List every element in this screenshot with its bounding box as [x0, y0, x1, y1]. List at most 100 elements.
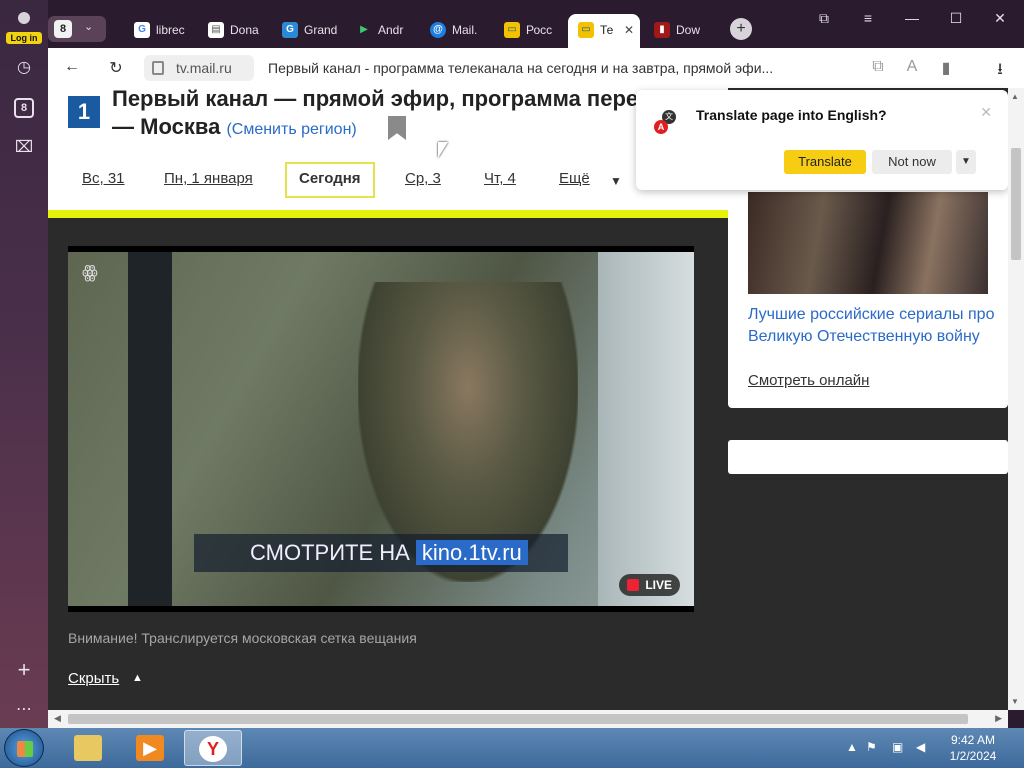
taskbar-yandex-browser[interactable]: Y: [184, 730, 242, 766]
tab-group-button[interactable]: 8 ⌄: [48, 16, 106, 42]
document-icon: ▤: [208, 22, 224, 38]
system-clock[interactable]: 9:42 AM 1/2/2024: [940, 732, 1006, 764]
login-badge[interactable]: Log in: [6, 32, 42, 44]
tab-mail[interactable]: @ Mail.: [420, 14, 494, 46]
scroll-right-icon[interactable]: ▶: [995, 713, 1002, 724]
add-panel-icon[interactable]: +: [14, 659, 34, 681]
day-mon[interactable]: Пн, 1 января: [164, 170, 253, 187]
tab-count-icon[interactable]: 8: [14, 98, 34, 118]
download-icon[interactable]: ⭳: [990, 58, 1010, 85]
day-more[interactable]: Ещё: [559, 170, 590, 187]
tab-ross[interactable]: ▭ Росс: [494, 14, 568, 46]
chevron-down-icon: ⌄: [84, 21, 94, 33]
day-wed[interactable]: Ср, 3: [405, 170, 441, 187]
vertical-scroll-thumb[interactable]: [1011, 148, 1021, 260]
channel-logo: 1: [68, 96, 100, 128]
translate-button[interactable]: Translate: [784, 150, 866, 174]
tray-expand-icon[interactable]: ▲: [846, 740, 858, 754]
horizontal-scrollbar[interactable]: ◀ ▶: [48, 710, 1008, 728]
close-window-icon[interactable]: ✕: [990, 10, 1010, 27]
media-player-icon: ▶: [136, 735, 164, 761]
grand-icon: G: [282, 22, 298, 38]
taskbar-explorer[interactable]: [60, 730, 118, 766]
tab-tv-active[interactable]: ▭ Те ✕: [568, 14, 640, 48]
clock-time: 9:42 AM: [950, 733, 996, 747]
chevron-down-icon[interactable]: ▼: [956, 150, 976, 174]
odnoklassniki-icon[interactable]: ꙮ: [82, 262, 98, 283]
channel-header: 1 Первый канал — прямой эфир, программа …: [48, 88, 728, 218]
bookmark-icon[interactable]: [388, 116, 406, 140]
taskbar: ▶ Y ▲ ⚑ ▣ ◀ 9:42 AM 1/2/2024: [0, 728, 1024, 768]
more-icon[interactable]: ⋯: [14, 700, 34, 720]
tab-label: Mail.: [452, 23, 478, 37]
tv-icon: ▭: [578, 22, 594, 38]
video-scene: [128, 252, 172, 606]
not-now-button[interactable]: Not now: [872, 150, 952, 174]
promo-card-2: [728, 440, 1008, 474]
menu-icon[interactable]: ≡: [858, 10, 878, 26]
watch-online-link[interactable]: Смотреть онлайн: [748, 372, 869, 389]
tab-label: librec: [156, 23, 185, 37]
download-site-icon: ▮: [654, 22, 670, 38]
network-icon[interactable]: ▣: [892, 740, 903, 754]
reload-icon[interactable]: ↻: [106, 58, 126, 78]
translate-popup: 文A Translate page into English? ✕ Transl…: [636, 90, 1008, 190]
tab-dow[interactable]: ▮ Dow: [644, 14, 718, 46]
windows-logo-icon: [17, 741, 33, 757]
screenshot-icon[interactable]: ⌧: [14, 138, 34, 158]
history-icon[interactable]: ◷: [14, 58, 34, 78]
caret-down-icon[interactable]: ▼: [610, 174, 622, 188]
translate-question: Translate page into English?: [696, 107, 887, 123]
new-tab-button[interactable]: +: [730, 18, 752, 40]
url-field[interactable]: tv.mail.ru: [144, 55, 254, 81]
translate-icon[interactable]: A: [902, 58, 922, 76]
scroll-up-icon[interactable]: ▲: [1011, 92, 1019, 101]
collections-icon[interactable]: ⧉: [814, 10, 834, 27]
start-button[interactable]: [4, 729, 44, 767]
tab-grand[interactable]: G Grand: [272, 14, 346, 46]
volume-icon[interactable]: ◀: [916, 740, 925, 754]
promo-title[interactable]: Лучшие российские сериалы про Великую От…: [748, 304, 998, 348]
play-icon: ▶: [360, 24, 368, 35]
scroll-left-icon[interactable]: ◀: [54, 713, 61, 724]
back-icon[interactable]: ←: [62, 58, 82, 76]
tab-count-badge: 8: [54, 20, 72, 38]
live-label: LIVE: [645, 578, 672, 592]
close-tab-icon[interactable]: ✕: [624, 14, 634, 46]
day-today[interactable]: Сегодня: [285, 162, 375, 198]
tab-librec[interactable]: G librec: [124, 14, 198, 46]
maximize-icon[interactable]: ☐: [946, 10, 966, 27]
day-sun[interactable]: Вс, 31: [82, 170, 125, 187]
folder-icon: [74, 735, 102, 761]
tab-label: Те: [600, 23, 614, 37]
page-heading-line2: — Москва (Сменить регион): [112, 112, 357, 145]
hide-link[interactable]: Скрыть: [68, 670, 119, 687]
bookmark-icon[interactable]: ▮: [936, 58, 956, 78]
yandex-browser-icon: Y: [199, 736, 227, 762]
google-icon: G: [134, 22, 150, 38]
video-player[interactable]: ꙮ СМОТРИТЕ НА kino.1tv.ru LIVE: [68, 246, 694, 612]
address-bar: ← ↻ tv.mail.ru Первый канал - программа …: [48, 48, 1024, 88]
vertical-scrollbar[interactable]: ▲ ▼: [1008, 88, 1024, 710]
video-frame[interactable]: ꙮ СМОТРИТЕ НА kino.1tv.ru LIVE: [68, 252, 694, 606]
tab-label: Andr: [378, 23, 404, 37]
profile-avatar[interactable]: Log in: [6, 10, 42, 44]
day-thu[interactable]: Чт, 4: [484, 170, 516, 187]
change-region-link[interactable]: (Сменить регион): [226, 121, 356, 138]
promo-card[interactable]: Лучшие российские сериалы про Великую От…: [728, 176, 1008, 408]
taskbar-media-player[interactable]: ▶: [122, 730, 180, 766]
mouse-cursor-icon: [438, 142, 448, 158]
horizontal-scroll-thumb[interactable]: [68, 714, 968, 724]
caret-up-icon[interactable]: ▲: [132, 672, 143, 684]
tab-andr[interactable]: ▶ Andr: [346, 14, 420, 46]
promo-image[interactable]: [748, 192, 988, 294]
translate-logo-icon: 文A: [654, 108, 678, 134]
close-icon[interactable]: ✕: [980, 104, 992, 121]
minimize-icon[interactable]: —: [902, 10, 922, 26]
action-center-icon[interactable]: ⚑: [866, 740, 877, 754]
page-title-text[interactable]: Первый канал - программа телеканала на с…: [268, 60, 848, 76]
scroll-down-icon[interactable]: ▼: [1011, 697, 1019, 706]
user-icon: [18, 12, 30, 24]
reader-icon[interactable]: ⧉: [868, 58, 888, 76]
tab-dona[interactable]: ▤ Dona: [198, 14, 272, 46]
